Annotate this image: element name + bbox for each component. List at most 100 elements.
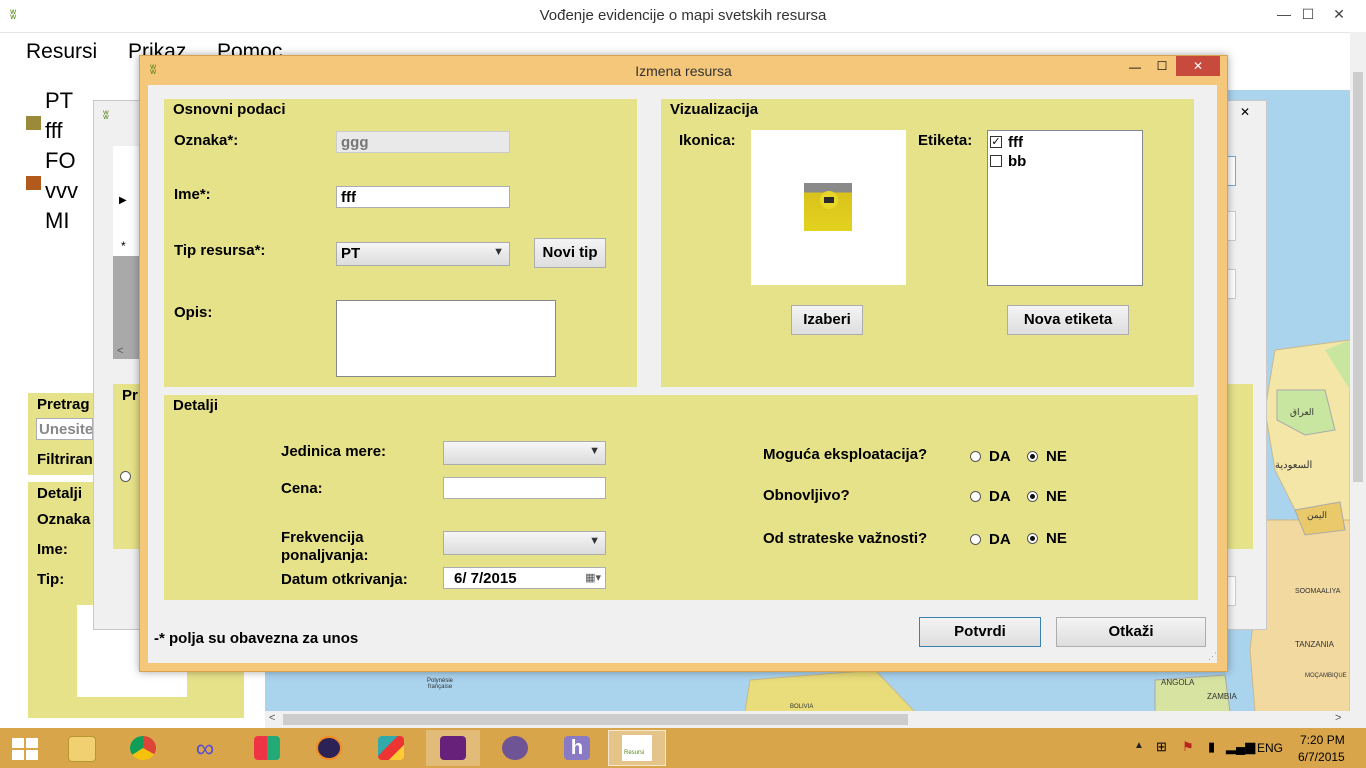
taskbar-paint[interactable] (364, 730, 418, 766)
search-placeholder: Unesite (39, 421, 93, 438)
exploitation-yes-radio[interactable] (970, 451, 981, 462)
cancel-button[interactable]: Otkaži (1056, 617, 1206, 647)
visualization-title: Vizualizacija (670, 101, 759, 118)
bg-radio[interactable] (120, 471, 131, 482)
scroll-right-arrow[interactable]: > (1335, 712, 1341, 724)
taskbar-file-explorer[interactable] (54, 730, 108, 766)
tag-name-fff: fff (1008, 134, 1023, 151)
taskbar-visual-studio[interactable] (426, 730, 480, 766)
required-fields-note: -* polja su obavezna za unos (154, 630, 359, 647)
choose-icon-button[interactable]: Izaberi (791, 305, 863, 335)
scroll-thumb[interactable] (283, 714, 908, 725)
filter-label: Filtriran (37, 451, 93, 468)
grid-new-row-marker: * (121, 239, 126, 253)
taskbar-heroku[interactable]: h (550, 730, 604, 766)
list-item[interactable]: vvv (45, 178, 78, 204)
map-horizontal-scrollbar[interactable]: < > (265, 711, 1350, 728)
main-title-bar: ʬ Vođenje evidencije o mapi svetskih res… (0, 0, 1366, 33)
taskbar-office[interactable] (240, 730, 294, 766)
tip-resursa-select[interactable]: PT ▼ (336, 242, 510, 266)
paint-icon (378, 736, 404, 760)
opis-textarea[interactable] (336, 300, 556, 377)
map-label-bolivia: BOLIVIA (790, 704, 814, 710)
exploitation-yes-label: DA (989, 448, 1011, 465)
list-item[interactable]: MI (45, 208, 69, 234)
price-field[interactable] (443, 477, 606, 499)
tag-checkbox-fff[interactable]: ✓ (990, 136, 1002, 148)
edit-close-button[interactable]: ✕ (1176, 56, 1220, 76)
confirm-button[interactable]: Potvrdi (919, 617, 1041, 647)
battery-icon[interactable]: ▮ (1208, 739, 1215, 755)
icon-preview (751, 130, 906, 285)
scroll-left-arrow[interactable]: < (269, 712, 275, 724)
price-label: Cena: (281, 480, 323, 497)
edit-maximize-button[interactable]: ☐ (1152, 59, 1172, 73)
bg-group-title: Pr (122, 387, 138, 404)
list-item[interactable]: fff (45, 118, 63, 144)
renewable-no-radio[interactable] (1027, 491, 1038, 502)
search-panel-title: Pretrag (37, 396, 90, 413)
folder-icon (68, 736, 96, 762)
details-title: Detalji (173, 397, 219, 414)
date-picker[interactable]: 6/ 7/2015 ▦▾ (443, 567, 606, 589)
new-type-button[interactable]: Novi tip (534, 238, 606, 268)
tip-resursa-value: PT (341, 245, 361, 262)
strategic-yes-label: DA (989, 531, 1011, 548)
tag-listbox[interactable]: ✓ fff bb (987, 130, 1143, 286)
bg-grid-scroll-left[interactable]: < (117, 345, 123, 357)
map-land-south-america (744, 669, 916, 712)
frequency-label-line2: ponaljvanja: (281, 547, 369, 564)
main-close-button[interactable]: ✕ (1320, 4, 1358, 24)
opis-label: Opis: (174, 304, 213, 321)
taskbar-eclipse[interactable] (302, 730, 356, 766)
resize-grip-icon[interactable]: ⋰ (1208, 651, 1217, 662)
list-item[interactable]: FO (45, 148, 76, 174)
bg-dialog-close-button[interactable]: ✕ (1230, 105, 1260, 119)
language-indicator[interactable]: ENG (1257, 741, 1283, 755)
infinity-icon: ∞ (195, 733, 215, 763)
map-label-saudi: السعودية (1275, 460, 1313, 471)
map-vertical-scrollbar[interactable] (1350, 32, 1366, 728)
left-ime-label: Ime: (37, 541, 68, 558)
ime-field[interactable]: fff (336, 186, 510, 208)
strategic-no-label: NE (1046, 530, 1067, 547)
renewable-question: Obnovljivo? (763, 487, 850, 504)
tray-windows-icon[interactable]: ⊞ (1156, 739, 1167, 755)
tray-expand-icon[interactable]: ▲ (1134, 740, 1144, 751)
tag-label: Etiketa: (918, 132, 973, 149)
clock-time[interactable]: 7:20 PM (1300, 733, 1345, 747)
clock-date[interactable]: 6/7/2015 (1298, 750, 1345, 764)
map-label-somalia: SOOMAALIYA (1295, 588, 1341, 595)
network-icon[interactable]: ▂▄▆ (1226, 739, 1255, 755)
tag-checkbox-bb[interactable] (990, 155, 1002, 167)
edit-minimize-button[interactable]: — (1125, 60, 1145, 74)
taskbar-github[interactable] (488, 730, 542, 766)
unit-select[interactable]: ▼ (443, 441, 606, 465)
exploitation-no-radio[interactable] (1027, 451, 1038, 462)
oznaka-field: ggg (336, 131, 510, 153)
new-tag-button[interactable]: Nova etiketa (1007, 305, 1129, 335)
chevron-down-icon: ▼ (589, 445, 600, 457)
strategic-no-radio[interactable] (1027, 533, 1038, 544)
frequency-select[interactable]: ▼ (443, 531, 606, 555)
search-input[interactable]: Unesite (36, 418, 93, 440)
taskbar-chrome[interactable] (116, 730, 170, 766)
main-window-title: Vođenje evidencije o mapi svetskih resur… (539, 7, 827, 24)
strategic-yes-radio[interactable] (970, 534, 981, 545)
frequency-label-line1: Frekvencija (281, 529, 364, 546)
start-button[interactable] (0, 730, 54, 766)
map-label-yemen: اليمن (1307, 510, 1328, 520)
scroll-thumb-vertical[interactable] (1353, 72, 1363, 482)
taskbar-resursi-app[interactable]: Resursi (608, 730, 666, 766)
visualization-group: Vizualizacija Ikonica: Izaberi Etiketa: … (661, 99, 1194, 387)
main-maximize-button[interactable]: ☐ (1294, 4, 1322, 24)
exploitation-no-label: NE (1046, 448, 1067, 465)
tray-flag-icon[interactable]: ⚑ (1182, 739, 1194, 755)
taskbar-infinity-app[interactable]: ∞ (178, 730, 232, 766)
ime-label: Ime*: (174, 186, 211, 203)
visual-studio-icon (440, 736, 466, 760)
calendar-icon[interactable]: ▦▾ (585, 571, 601, 584)
renewable-yes-radio[interactable] (970, 491, 981, 502)
list-item[interactable]: PT (45, 88, 73, 114)
menu-resursi[interactable]: Resursi (26, 40, 97, 64)
